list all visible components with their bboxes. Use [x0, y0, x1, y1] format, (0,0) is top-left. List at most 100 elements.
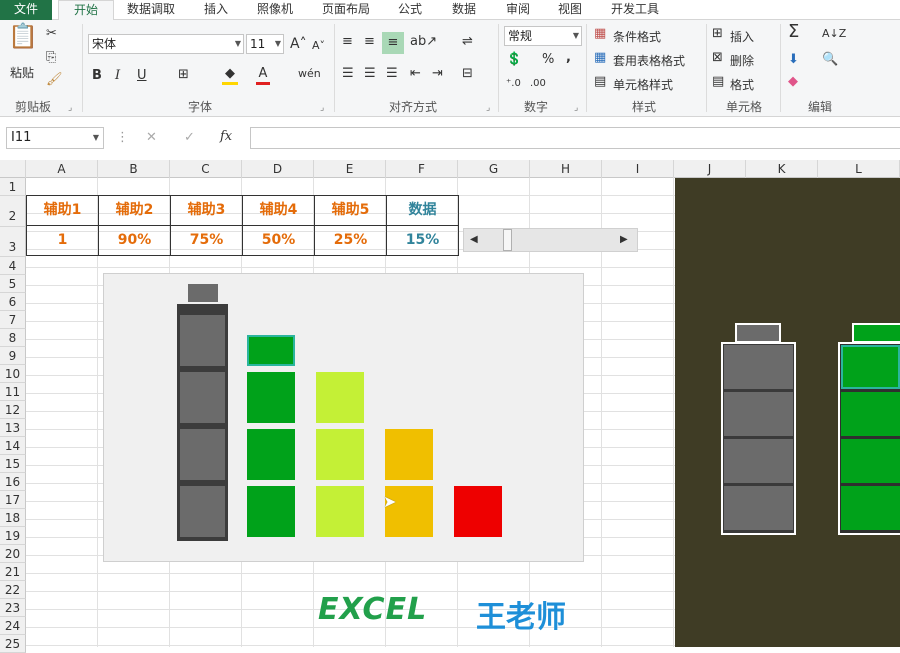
row-header[interactable]: 3	[0, 227, 26, 257]
chart-bar-segment[interactable]	[180, 315, 225, 366]
chart-bar-segment[interactable]	[247, 335, 295, 366]
confirm-button[interactable]: ✓	[184, 130, 195, 146]
phonetic-icon[interactable]: wén	[298, 66, 321, 82]
underline-button[interactable]: U	[137, 68, 147, 84]
chart-bar-segment[interactable]	[247, 372, 295, 423]
font-size-select[interactable]: 11 ▼	[246, 34, 284, 54]
orientation-icon[interactable]: ab↗	[410, 34, 437, 50]
column-header-c[interactable]: C	[170, 160, 242, 178]
currency-icon[interactable]: 💲	[506, 52, 522, 68]
increase-indent-icon[interactable]: ⇥	[432, 66, 443, 82]
column-header-i[interactable]: I	[602, 160, 674, 178]
column-header-k[interactable]: K	[746, 160, 818, 178]
delete-cells-icon[interactable]: ⊠	[712, 50, 723, 66]
table-header-cell[interactable]: 辅助2	[98, 195, 171, 226]
dialog-launcher-icon[interactable]: ⌟	[574, 100, 578, 116]
column-header-l[interactable]: L	[818, 160, 900, 178]
find-select-icon[interactable]: 🔍	[822, 52, 838, 68]
column-header-e[interactable]: E	[314, 160, 386, 178]
merge-center-icon[interactable]: ⊟	[462, 66, 473, 82]
conditional-format-icon[interactable]: ▦	[594, 26, 606, 42]
align-left-icon[interactable]: ☰	[342, 66, 354, 82]
table-header-cell[interactable]: 辅助5	[314, 195, 387, 226]
name-box[interactable]: I11 ▼	[6, 127, 104, 149]
row-header[interactable]: 17	[0, 491, 26, 509]
chart-bar-segment[interactable]	[180, 429, 225, 480]
align-middle-icon[interactable]: ≡	[364, 34, 375, 50]
column-header-j[interactable]: J	[674, 160, 746, 178]
italic-button[interactable]: I	[115, 68, 120, 84]
row-header[interactable]: 14	[0, 437, 26, 455]
row-header[interactable]: 11	[0, 383, 26, 401]
dialog-launcher-icon[interactable]: ⌟	[486, 100, 490, 116]
row-header[interactable]: 12	[0, 401, 26, 419]
decrease-decimal-icon[interactable]: .00	[530, 76, 546, 92]
column-header-h[interactable]: H	[530, 160, 602, 178]
chart-bar-segment[interactable]	[385, 429, 433, 480]
scroll-right-icon[interactable]: ▶	[620, 232, 628, 248]
row-header[interactable]: 18	[0, 509, 26, 527]
row-header[interactable]: 2	[0, 196, 26, 227]
scrollbar-thumb[interactable]	[503, 229, 512, 251]
percent-button[interactable]: %	[542, 52, 554, 68]
table-header-cell[interactable]: 辅助1	[26, 195, 99, 226]
cell-styles-button[interactable]: 单元格样式	[613, 76, 673, 93]
row-header[interactable]: 24	[0, 617, 26, 635]
chart-bar-segment[interactable]	[180, 486, 225, 537]
format-table-icon[interactable]: ▦	[594, 50, 606, 66]
format-cells-button[interactable]: 格式	[730, 76, 754, 93]
table-value-cell[interactable]: 90%	[98, 225, 171, 256]
cell-styles-icon[interactable]: ▤	[594, 74, 606, 90]
column-header-f[interactable]: F	[386, 160, 458, 178]
row-header[interactable]: 9	[0, 347, 26, 365]
row-header[interactable]: 6	[0, 293, 26, 311]
fill-icon[interactable]: ⬇	[788, 52, 799, 68]
autosum-icon[interactable]: Σ	[788, 23, 799, 41]
table-header-cell[interactable]: 辅助3	[170, 195, 243, 226]
row-header[interactable]: 19	[0, 527, 26, 545]
conditional-format-button[interactable]: 条件格式	[613, 28, 661, 45]
chart-bar-segment[interactable]	[454, 486, 502, 537]
align-top-icon[interactable]: ≡	[342, 34, 353, 50]
clear-icon[interactable]: ◆	[788, 74, 798, 90]
table-value-cell[interactable]: 75%	[170, 225, 243, 256]
comma-button[interactable]: ,	[566, 50, 571, 66]
row-header[interactable]: 23	[0, 599, 26, 617]
tab-data-fetch[interactable]: 数据调取	[120, 0, 182, 20]
decrease-font-icon[interactable]: A˅	[312, 38, 325, 54]
sort-filter-icon[interactable]: A↓Z	[822, 26, 846, 42]
delete-cells-button[interactable]: 删除	[730, 52, 754, 69]
number-format-select[interactable]: 常规 ▼	[504, 26, 582, 46]
tab-view[interactable]: 视图	[550, 0, 590, 20]
fill-color-icon[interactable]: ◆	[222, 66, 238, 85]
tab-home[interactable]: 开始	[58, 0, 114, 21]
row-header[interactable]: 25	[0, 635, 26, 653]
select-all-corner[interactable]	[0, 160, 26, 178]
row-header[interactable]: 15	[0, 455, 26, 473]
tab-insert[interactable]: 插入	[196, 0, 236, 20]
row-header[interactable]: 7	[0, 311, 26, 329]
cut-icon[interactable]: ✂	[46, 26, 57, 42]
tab-page-layout[interactable]: 页面布局	[316, 0, 376, 20]
insert-function-button[interactable]: fx	[220, 129, 232, 145]
format-cells-icon[interactable]: ▤	[712, 74, 724, 90]
formula-input[interactable]	[250, 127, 900, 149]
wrap-text-icon[interactable]: ⇌	[462, 34, 473, 50]
increase-decimal-icon[interactable]: ⁺.0	[506, 76, 521, 92]
row-header[interactable]: 10	[0, 365, 26, 383]
align-bottom-icon[interactable]: ≡	[382, 32, 404, 54]
increase-font-icon[interactable]: A˄	[290, 36, 307, 52]
column-header-d[interactable]: D	[242, 160, 314, 178]
align-right-icon[interactable]: ☰	[386, 66, 398, 82]
table-value-cell[interactable]: 1	[26, 225, 99, 256]
row-header[interactable]: 21	[0, 563, 26, 581]
dialog-launcher-icon[interactable]: ⌟	[68, 100, 72, 116]
row-header[interactable]: 5	[0, 275, 26, 293]
chart-bar-segment[interactable]	[180, 372, 225, 423]
table-header-cell[interactable]: 数据	[386, 195, 459, 226]
table-value-cell[interactable]: 50%	[242, 225, 315, 256]
chart-bar-segment[interactable]	[316, 372, 364, 423]
align-center-icon[interactable]: ☰	[364, 66, 376, 82]
tab-formulas[interactable]: 公式	[392, 0, 428, 20]
tab-data[interactable]: 数据	[444, 0, 484, 20]
